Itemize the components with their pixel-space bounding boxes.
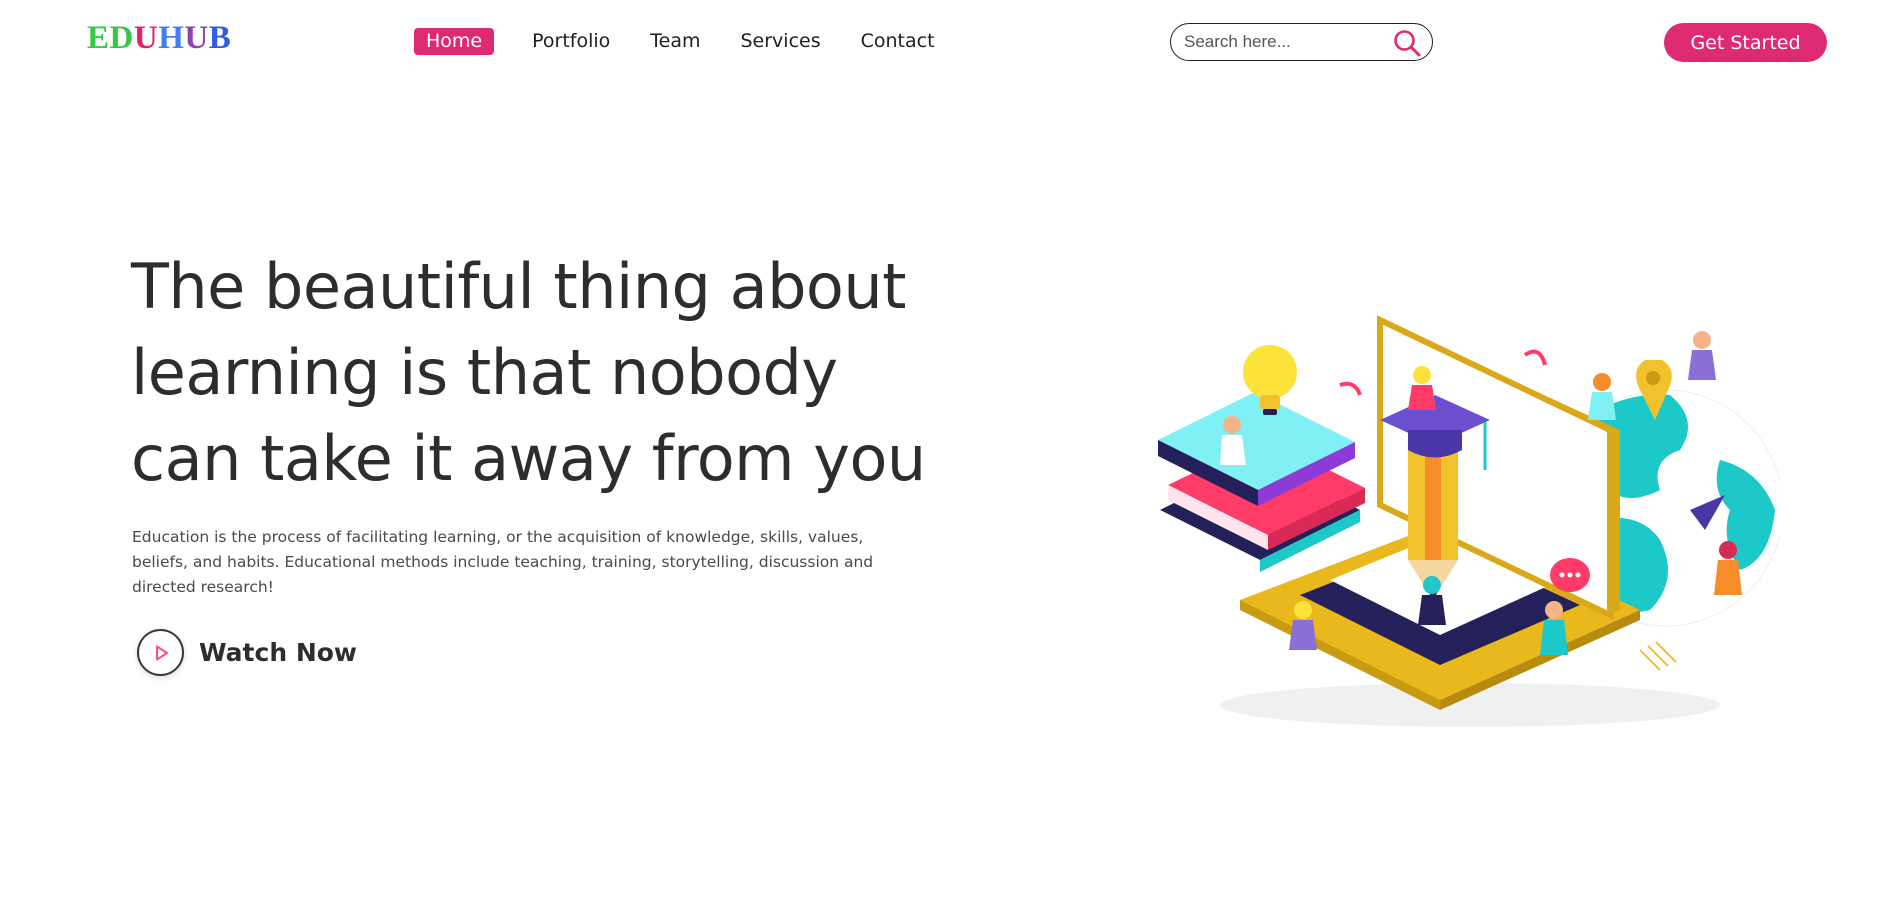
- watch-now-label: Watch Now: [199, 638, 358, 667]
- hero-title-line: learning is that nobody: [131, 336, 838, 409]
- search-box: [1170, 23, 1433, 61]
- nav-team[interactable]: Team: [650, 28, 700, 55]
- logo-letter: D: [109, 20, 134, 56]
- hero-title-line: The beautiful thing about: [131, 250, 906, 323]
- logo-letter: U: [184, 20, 209, 56]
- hero-title: The beautiful thing about learning is th…: [131, 244, 931, 502]
- search-input[interactable]: [1184, 32, 1384, 52]
- search-icon[interactable]: [1392, 28, 1422, 58]
- logo-letter: H: [158, 20, 185, 56]
- nav-services[interactable]: Services: [741, 28, 821, 55]
- get-started-button[interactable]: Get Started: [1664, 23, 1827, 62]
- play-button[interactable]: [137, 629, 184, 676]
- hero-description: Education is the process of facilitating…: [132, 528, 874, 596]
- nav-portfolio[interactable]: Portfolio: [532, 28, 610, 55]
- site-header: EDUHUB Home Portfolio Team Services Cont…: [0, 0, 1898, 84]
- nav-contact[interactable]: Contact: [861, 28, 935, 55]
- nav-home[interactable]: Home: [414, 28, 495, 55]
- play-icon: [155, 645, 168, 660]
- person-icon: [1588, 373, 1616, 420]
- logo-letter: U: [133, 20, 159, 56]
- logo-letter: B: [208, 20, 232, 56]
- logo-letter: E: [87, 20, 110, 56]
- person-icon: [1688, 331, 1716, 380]
- hero-title-line: can take it away from you: [131, 422, 926, 495]
- main-nav: Home Portfolio Team Services Contact: [414, 28, 975, 55]
- books-icon: [1158, 392, 1365, 572]
- logo[interactable]: EDUHUB: [87, 20, 231, 57]
- education-illustration: [1158, 315, 1780, 727]
- watch-now-button[interactable]: Watch Now: [137, 629, 357, 676]
- chat-bubble-icon: [1550, 558, 1590, 592]
